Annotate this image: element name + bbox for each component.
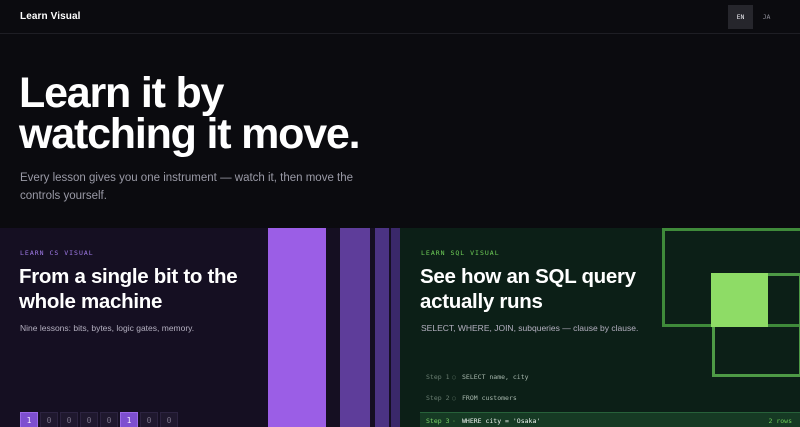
language-ja-button[interactable]: JA <box>754 5 779 29</box>
sql-visual-card[interactable]: LEARN SQL VISUAL See how an SQL query ac… <box>400 228 800 427</box>
step-label: Step 2 <box>426 394 450 402</box>
brand-logo[interactable]: Learn Visual <box>20 11 81 22</box>
hero-section: Learn it by watching it move. Every less… <box>0 35 800 228</box>
language-en-button[interactable]: EN <box>728 5 753 29</box>
decorative-bar <box>268 228 326 427</box>
step-marker-icon: ○ <box>452 373 456 381</box>
row-count-badge: 2 rows <box>768 416 792 425</box>
hero-title: Learn it by watching it move. <box>19 72 439 158</box>
top-bar: Learn Visual EN JA <box>0 0 800 34</box>
step-marker-icon: ○ <box>452 394 456 402</box>
hero-subtitle: Every lesson gives you one instrument — … <box>20 172 354 202</box>
query-step[interactable]: Step 2 ○ FROM customers <box>420 390 800 406</box>
bit-toggle[interactable]: 0 <box>60 412 78 427</box>
decorative-bar <box>340 228 370 427</box>
step-code: SELECT name, city <box>462 373 529 381</box>
sql-card-description: SELECT, WHERE, JOIN, subqueries — clause… <box>421 323 639 333</box>
bit-toggle-row: 1 0 0 0 0 1 0 0 <box>20 412 180 427</box>
bit-toggle[interactable]: 0 <box>80 412 98 427</box>
hero-title-line2: watching it move. <box>19 110 361 158</box>
sql-card-eyebrow: LEARN SQL VISUAL <box>421 249 500 257</box>
bit-toggle[interactable]: 0 <box>100 412 118 427</box>
decorative-bar <box>375 228 389 427</box>
bit-toggle[interactable]: 1 <box>20 412 38 427</box>
step-label: Step 1 <box>426 373 450 381</box>
step-code: WHERE city = 'Osaka' <box>462 416 541 425</box>
decorative-square-filled <box>711 273 768 327</box>
cs-card-description: Nine lessons: bits, bytes, logic gates, … <box>20 323 195 333</box>
cs-card-eyebrow: LEARN CS VISUAL <box>20 249 94 257</box>
bit-toggle[interactable]: 0 <box>40 412 58 427</box>
sql-card-title: See how an SQL query actually runs <box>420 265 636 313</box>
bit-toggle[interactable]: 0 <box>140 412 158 427</box>
bit-toggle[interactable]: 0 <box>160 412 178 427</box>
cs-visual-card[interactable]: LEARN CS VISUAL From a single bit to the… <box>0 228 400 427</box>
bit-toggle[interactable]: 1 <box>120 412 138 427</box>
query-step-active[interactable]: Step 3 · WHERE city = 'Osaka' 2 rows <box>420 412 800 427</box>
query-step[interactable]: Step 1 ○ SELECT name, city <box>420 369 800 385</box>
step-label: Step 3 <box>426 416 450 425</box>
decorative-bar <box>391 228 400 427</box>
cs-card-title: From a single bit to the whole machine <box>19 265 238 313</box>
step-code: FROM customers <box>462 394 517 402</box>
step-marker-icon: · <box>452 416 456 425</box>
